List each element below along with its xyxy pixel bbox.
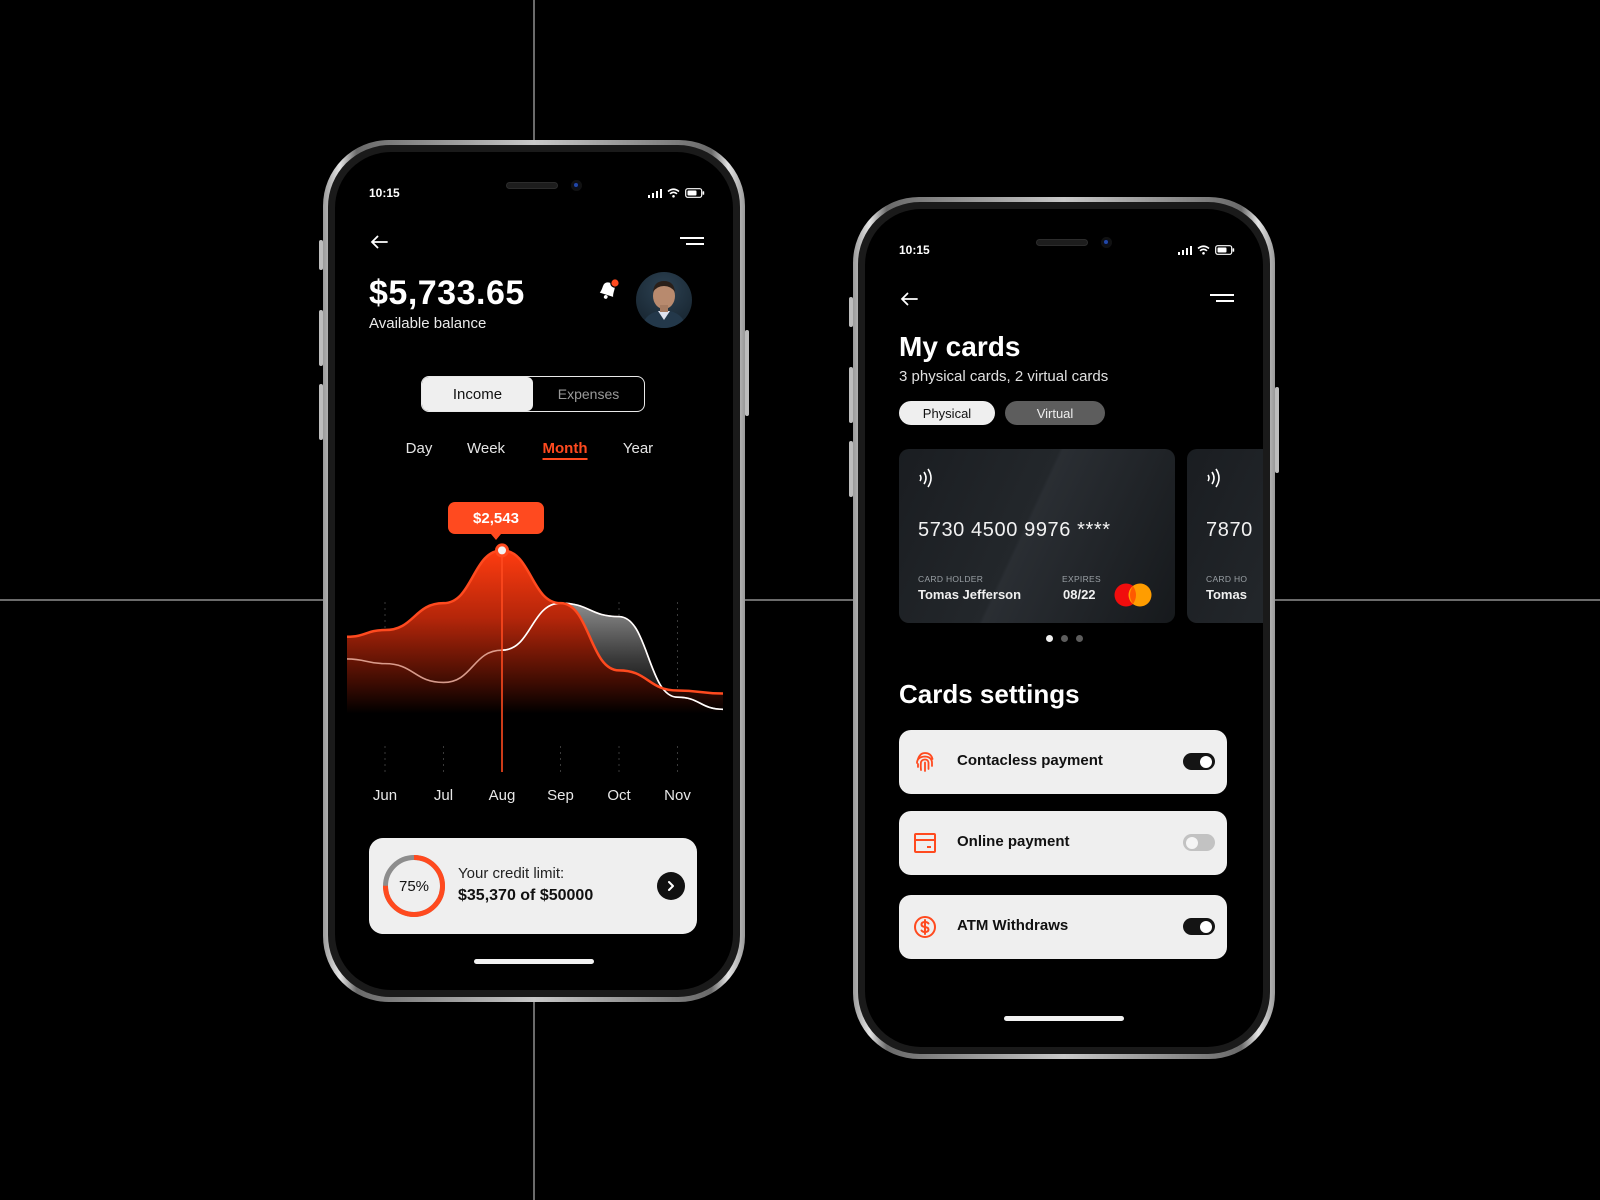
- home-indicator[interactable]: [474, 959, 594, 964]
- chevron-right-icon: [668, 881, 674, 891]
- phone-volume-down: [849, 441, 853, 497]
- card-pager: [865, 635, 1263, 642]
- card-holder-label: CARD HOLDER: [918, 574, 984, 584]
- dollar-circle-icon: [914, 916, 936, 938]
- pager-dot[interactable]: [1060, 635, 1068, 642]
- card-expires-label: EXPIRES: [1062, 574, 1101, 584]
- pager-dot-active[interactable]: [1045, 635, 1053, 642]
- x-tick-label: Oct: [607, 787, 631, 804]
- menu-icon[interactable]: [679, 234, 705, 248]
- x-tick-label: Sep: [547, 787, 574, 804]
- arrow-left-icon[interactable]: [899, 291, 919, 307]
- wifi-icon: [667, 188, 680, 198]
- balance-amount: $5,733.65: [369, 274, 525, 312]
- chart-tooltip: $2,543: [448, 502, 544, 540]
- income-chart: Jun Jul Aug Sep Oct Nov: [347, 543, 723, 804]
- user-avatar[interactable]: [636, 272, 692, 328]
- mastercard-logo-icon: [1114, 583, 1152, 607]
- tab-year[interactable]: Year: [623, 440, 653, 457]
- contactless-icon: [1207, 468, 1220, 488]
- home-indicator[interactable]: [1004, 1016, 1124, 1021]
- contactless-icon: [919, 468, 932, 488]
- bank-card[interactable]: 7870 CARD HO Tomas: [1187, 449, 1263, 623]
- card-holder-label: CARD HO: [1206, 574, 1248, 584]
- setting-label: Contacless payment: [957, 752, 1103, 769]
- tab-month[interactable]: Month: [542, 440, 588, 460]
- x-tick-label: Jun: [373, 787, 397, 804]
- tab-day[interactable]: Day: [406, 440, 433, 457]
- fingerprint-icon: [916, 752, 934, 772]
- phone-cards: 10:15 My cards 3 physical cards, 2 virtu…: [849, 197, 1279, 1059]
- tab-week[interactable]: Week: [467, 440, 505, 457]
- series-income-area: [347, 550, 723, 742]
- phone-side-button: [319, 240, 323, 270]
- segment-income[interactable]: Income: [422, 377, 533, 411]
- settings-title: Cards settings: [899, 679, 1080, 709]
- page-subtitle: 3 physical cards, 2 virtual cards: [899, 368, 1109, 385]
- menu-icon[interactable]: [1209, 291, 1235, 305]
- credit-percent: 75%: [398, 877, 430, 895]
- screen-cards: 10:15 My cards 3 physical cards, 2 virtu…: [865, 209, 1263, 1047]
- setting-label: Online payment: [957, 833, 1070, 850]
- battery-icon: [1215, 245, 1235, 255]
- x-tick-label: Jul: [434, 787, 453, 804]
- highlight-point: [498, 546, 506, 555]
- phone-volume-down: [319, 384, 323, 440]
- signal-icon: [648, 188, 662, 198]
- battery-icon: [685, 188, 705, 198]
- income-expenses-toggle: Income Expenses: [421, 376, 645, 412]
- x-tick-label: Aug: [489, 787, 516, 804]
- screen-balance: 10:15 $5,733.65 Available balance Income…: [335, 152, 733, 990]
- setting-atm-withdraws[interactable]: ATM Withdraws: [899, 895, 1227, 959]
- period-tabs: Day Week Month Year: [335, 440, 733, 464]
- bell-icon[interactable]: [595, 277, 621, 303]
- bank-card[interactable]: 5730 4500 9976 **** CARD HOLDER Tomas Je…: [899, 449, 1175, 623]
- setting-contactless-payment[interactable]: Contacless payment: [899, 730, 1227, 794]
- credit-limit-card[interactable]: 75% Your credit limit: $35,370 of $50000: [369, 838, 697, 934]
- setting-label: ATM Withdraws: [957, 917, 1069, 934]
- credit-details-button[interactable]: [657, 872, 685, 900]
- phone-volume-up: [849, 367, 853, 423]
- x-tick-label: Nov: [664, 787, 691, 804]
- phone-volume-up: [319, 310, 323, 366]
- credit-label: Your credit limit:: [458, 865, 565, 882]
- page-title: My cards: [899, 331, 1021, 362]
- filter-physical[interactable]: Physical: [899, 401, 995, 425]
- arrow-left-icon[interactable]: [369, 234, 389, 250]
- status-time: 10:15: [899, 243, 930, 257]
- balance-label: Available balance: [369, 315, 487, 332]
- card-expires-value: 08/22: [1063, 587, 1096, 602]
- card-number: 5730 4500 9976 ****: [918, 519, 1111, 541]
- credit-value: $35,370 of $50000: [458, 887, 594, 904]
- card-number: 7870: [1206, 519, 1253, 541]
- notification-badge: [610, 278, 620, 288]
- segment-expenses[interactable]: Expenses: [533, 377, 644, 411]
- guide-line-horizontal: [0, 599, 1600, 601]
- pager-dot[interactable]: [1075, 635, 1083, 642]
- toggle-atm-withdraws[interactable]: [1183, 918, 1215, 935]
- card-holder-name: Tomas: [1206, 587, 1247, 602]
- phone-power-button: [1275, 387, 1279, 473]
- phone-side-button: [849, 297, 853, 327]
- filter-virtual[interactable]: Virtual: [1005, 401, 1105, 425]
- phone-balance: 10:15 $5,733.65 Available balance Income…: [319, 140, 749, 1002]
- signal-icon: [1178, 245, 1192, 255]
- setting-online-payment[interactable]: Online payment: [899, 811, 1227, 875]
- status-time: 10:15: [369, 186, 400, 200]
- card-holder-name: Tomas Jefferson: [918, 587, 1022, 602]
- wifi-icon: [1197, 245, 1210, 255]
- toggle-contactless-payment[interactable]: [1183, 753, 1215, 770]
- avatar-photo: [642, 281, 686, 328]
- status-bar: 10:15: [899, 242, 1235, 258]
- status-bar: 10:15: [369, 185, 705, 201]
- toggle-online-payment[interactable]: [1183, 834, 1215, 851]
- phone-power-button: [745, 330, 749, 416]
- credit-card-icon: [914, 833, 936, 853]
